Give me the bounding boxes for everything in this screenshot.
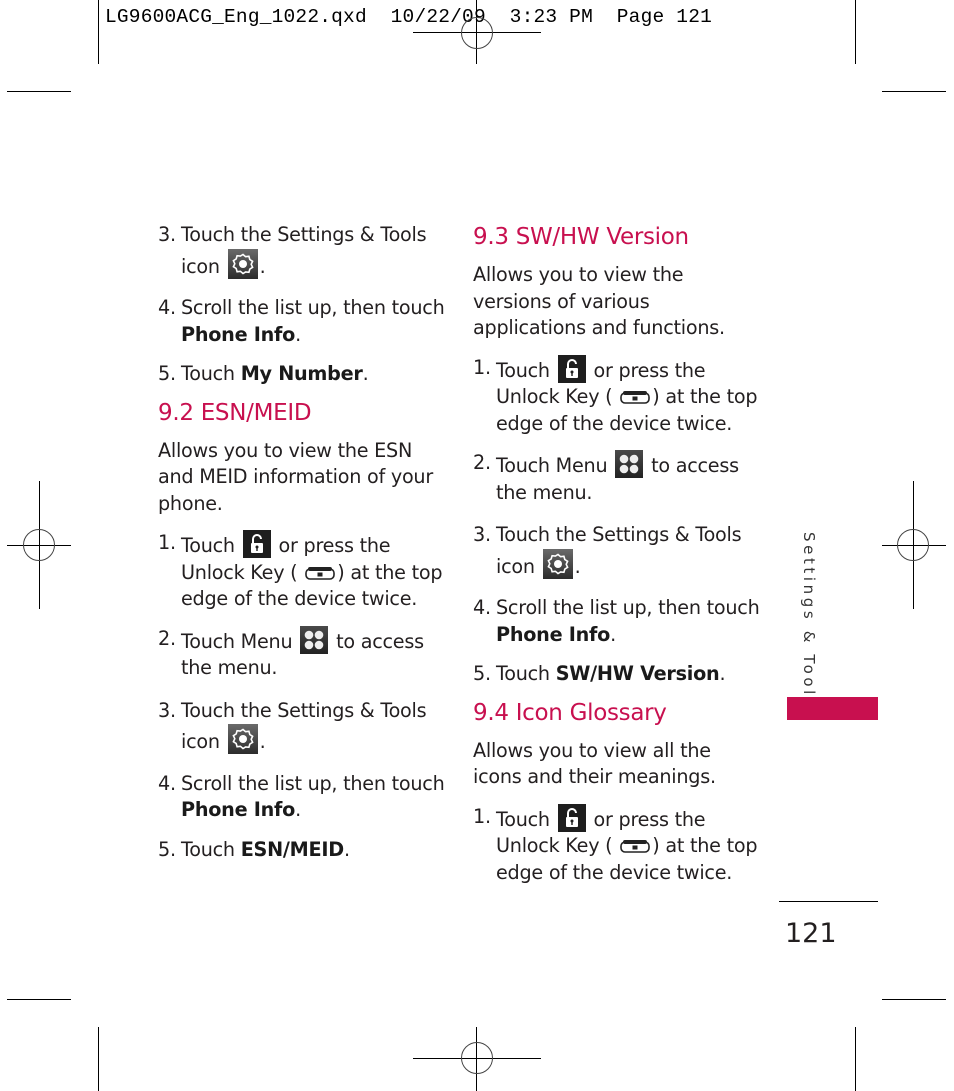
crop-mark [855, 0, 856, 64]
crop-mark [855, 1027, 856, 1091]
section-description: Allows you to view the versions of vario… [473, 263, 725, 339]
crop-mark [98, 0, 99, 64]
step: 2. Touch Menu to access the menu. [473, 450, 739, 504]
crop-mark [882, 999, 946, 1000]
step: 4. Scroll the list up, then touch Phone … [473, 596, 760, 646]
unlock-key-icon [620, 840, 651, 853]
crop-mark [882, 91, 946, 92]
left-column: 3. Touch the Settings & Tools icon . 4. … [158, 222, 448, 863]
unlock-key-icon [305, 566, 336, 580]
step: 1. Touch or press the Unlock Key ( ) at … [473, 803, 758, 884]
step: 4. Scroll the list up, then touch Phone … [158, 771, 445, 822]
settings-gear-icon [227, 724, 258, 754]
settings-gear-icon [542, 548, 573, 579]
step: 3. Touch the Settings & Tools icon . [158, 698, 427, 754]
chapter-tab-marker [787, 697, 878, 720]
crop-mark [7, 999, 71, 1000]
section-heading: 9.2 ESN/MEID [158, 399, 312, 426]
right-column: 9.3 SW/HW Version Allows you to view the… [473, 222, 763, 886]
step: 2. Touch Menu to access the menu. [158, 625, 424, 679]
step: 5. Touch ESN/MEID. [158, 837, 350, 861]
unlock-icon [557, 354, 586, 383]
page-number-rule [779, 901, 878, 902]
crop-mark [98, 1027, 99, 1091]
section-heading: 9.4 Icon Glossary [473, 699, 667, 726]
step: 1. Touch or press the Unlock Key ( ) at … [473, 354, 758, 435]
menu-icon [615, 450, 644, 478]
unlock-icon [242, 530, 271, 558]
step: 1. Touch or press the Unlock Key ( ) at … [158, 530, 443, 610]
settings-gear-icon [227, 248, 258, 279]
step: 3. Touch the Settings & Tools icon . [473, 523, 742, 579]
section-description: Allows you to view the ESN and MEID info… [158, 438, 433, 515]
unlock-key-icon [620, 391, 651, 404]
step: 4. Scroll the list up, then touch Phone … [158, 296, 445, 346]
unlock-icon [557, 803, 586, 832]
step: 5. Touch SW/HW Version. [473, 662, 726, 685]
page-number: 121 [785, 918, 837, 949]
section-description: Allows you to view all the icons and the… [473, 738, 716, 789]
chapter-side-label: Settings & Tools [800, 532, 818, 710]
crop-mark [7, 91, 71, 92]
print-slug: LG9600ACG_Eng_1022.qxd 10/22/09 3:23 PM … [105, 6, 712, 28]
menu-icon [300, 625, 329, 654]
section-heading: 9.3 SW/HW Version [473, 224, 689, 250]
step: 3. Touch the Settings & Tools icon . [158, 223, 427, 279]
step: 5. Touch My Number. [158, 362, 369, 385]
